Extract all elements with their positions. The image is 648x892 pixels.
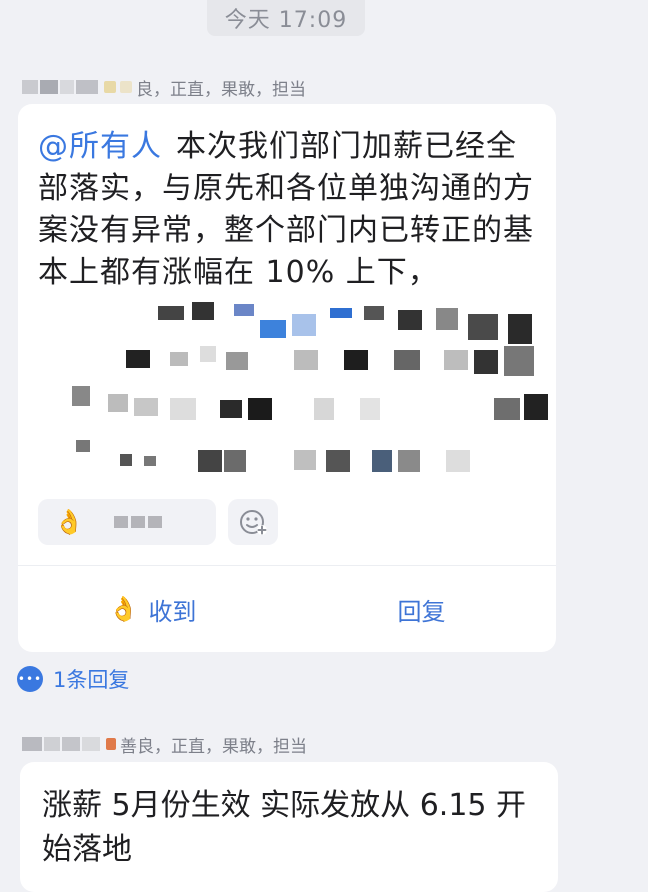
- message-card-reply[interactable]: 涨薪 5月份生效 实际发放从 6.15 开始落地: [20, 762, 558, 892]
- message-card-announcement[interactable]: @所有人 本次我们部门加薪已经全部落实，与原先和各位单独沟通的方案没有异常，整个部…: [18, 104, 556, 652]
- add-reaction-button[interactable]: [228, 499, 278, 545]
- emoji-add-icon: [240, 510, 267, 535]
- sender-name-blurred: [22, 737, 100, 751]
- message-body: @所有人 本次我们部门加薪已经全部落实，与原先和各位单独沟通的方案没有异常，整个部…: [38, 126, 544, 294]
- badge-icon: [104, 81, 116, 93]
- reply-count-link[interactable]: ••• 1条回复: [17, 663, 129, 695]
- sender-tags: 善良，正直，果敢，担当: [120, 736, 307, 757]
- sender-name-blurred: [22, 80, 98, 94]
- badge-icon: [106, 738, 116, 750]
- received-button[interactable]: 👌 收到: [18, 566, 287, 652]
- sender-tags: 良，正直，果敢，担当: [136, 79, 306, 100]
- sender-line-1: 良，正直，果敢，担当: [22, 73, 306, 101]
- reaction-names-blurred: [113, 516, 162, 528]
- badge-icon: [120, 81, 132, 93]
- received-label: 收到: [148, 597, 197, 626]
- reply-label: 回复: [397, 597, 446, 626]
- mention-all[interactable]: @所有人: [38, 129, 162, 164]
- sender-line-2: 善良，正直，果敢，担当: [22, 730, 307, 758]
- message-text: 涨薪 5月份生效 实际发放从 6.15 开始落地: [42, 788, 527, 867]
- reaction-chip[interactable]: 👌: [38, 499, 216, 545]
- ok-hand-icon: 👌: [108, 595, 139, 623]
- timestamp-pill: 今天 17:09: [207, 0, 365, 36]
- chat-bubble-icon: •••: [17, 666, 43, 692]
- ok-hand-icon: 👌: [54, 508, 84, 536]
- reply-count-text: 1条回复: [53, 668, 130, 692]
- reply-button[interactable]: 回复: [287, 566, 556, 652]
- redacted-mosaic: [48, 294, 548, 484]
- timestamp-text: 今天 17:09: [224, 8, 348, 33]
